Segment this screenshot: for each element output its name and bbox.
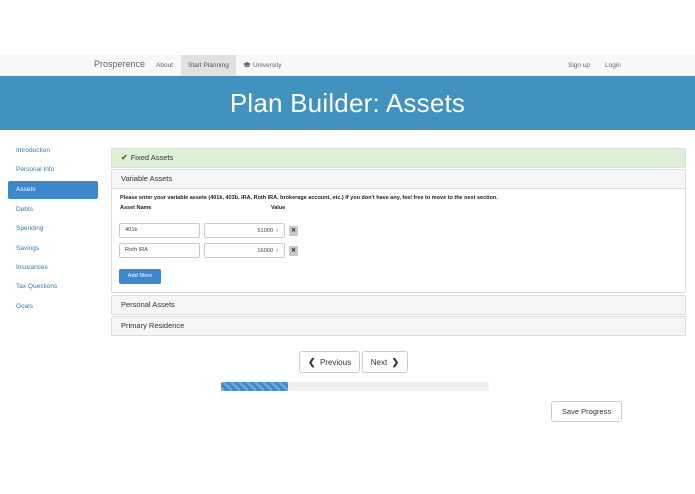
sidebar: Introduction Personal Info Assets Debts …	[8, 141, 98, 316]
sidebar-item-assets[interactable]: Assets	[8, 180, 98, 199]
page-title: Plan Builder: Assets	[229, 88, 466, 118]
variable-assets-instructions: Please enter your variable assets (401k,…	[120, 195, 498, 201]
chevron-right-icon: ❯	[391, 357, 400, 367]
header-band: Plan Builder: Assets	[0, 76, 695, 130]
nav-university-label: University	[253, 62, 282, 69]
nav-login[interactable]: Login	[605, 55, 621, 76]
nav-about[interactable]: About	[156, 55, 173, 76]
asset-name-input[interactable]: 401k	[119, 223, 200, 238]
spinner-icon[interactable]: ⇕	[275, 248, 279, 253]
sidebar-item-spending[interactable]: Spending	[8, 219, 98, 238]
remove-row-button[interactable]: ✕	[289, 246, 298, 256]
sidebar-item-insurances[interactable]: Insurances	[8, 258, 98, 277]
sidebar-item-savings[interactable]: Savings	[8, 239, 98, 258]
remove-row-button[interactable]: ✕	[289, 226, 298, 236]
panel-variable-assets: Variable Assets Please enter your variab…	[111, 169, 686, 293]
sidebar-item-goals[interactable]: Goals	[8, 297, 98, 316]
progress-bar	[221, 382, 489, 391]
asset-value-input[interactable]: 16000 ⇕	[204, 243, 285, 258]
navbar: Prosperence About Start Planning Univers…	[0, 55, 695, 76]
save-progress-button[interactable]: Save Progress	[551, 401, 622, 422]
panel-personal-assets-header[interactable]: Personal Assets	[112, 296, 685, 314]
panel-primary-residence: Primary Residence	[111, 316, 686, 336]
panel-fixed-assets-header[interactable]: ✔ Fixed Assets	[112, 149, 685, 167]
asset-value-text: 51000	[257, 228, 274, 234]
progress-fill	[221, 382, 288, 391]
next-button[interactable]: Next ❯	[362, 351, 408, 373]
add-more-button[interactable]: Add More	[119, 269, 161, 284]
nav-start-planning[interactable]: Start Planning	[181, 55, 236, 76]
panel-fixed-assets-title: Fixed Assets	[130, 153, 174, 162]
nav-university[interactable]: University	[243, 55, 282, 76]
col-asset-name: Asset Name	[120, 205, 152, 211]
col-value: Value	[271, 205, 286, 211]
panel-primary-residence-header[interactable]: Primary Residence	[112, 317, 685, 335]
page: Prosperence About Start Planning Univers…	[0, 55, 695, 440]
sidebar-item-introduction[interactable]: Introduction	[8, 141, 98, 160]
close-icon: ✕	[290, 248, 297, 254]
close-icon: ✕	[290, 228, 297, 234]
graduation-cap-icon	[243, 62, 251, 68]
chevron-left-icon: ❮	[307, 357, 316, 367]
sidebar-item-tax-questions[interactable]: Tax Questions	[8, 277, 98, 296]
asset-value-input[interactable]: 51000 ⇕	[204, 223, 285, 238]
next-label: Next	[370, 358, 388, 367]
brand-logo[interactable]: Prosperence	[94, 59, 145, 69]
panel-personal-assets: Personal Assets	[111, 295, 686, 315]
nav-sign-up[interactable]: Sign up	[568, 55, 590, 76]
sidebar-item-personal-info[interactable]: Personal Info	[8, 160, 98, 179]
previous-button[interactable]: ❮ Previous	[299, 351, 360, 373]
asset-name-input[interactable]: Roth IRA	[119, 243, 200, 258]
previous-label: Previous	[319, 358, 352, 367]
panel-variable-assets-body: Please enter your variable assets (401k,…	[112, 188, 685, 292]
spinner-icon[interactable]: ⇕	[275, 228, 279, 233]
asset-value-text: 16000	[257, 248, 274, 254]
panel-variable-assets-header[interactable]: Variable Assets	[112, 170, 685, 188]
sidebar-item-debts[interactable]: Debts	[8, 200, 98, 219]
panel-fixed-assets: ✔ Fixed Assets	[111, 148, 686, 168]
check-icon: ✔	[121, 153, 128, 162]
